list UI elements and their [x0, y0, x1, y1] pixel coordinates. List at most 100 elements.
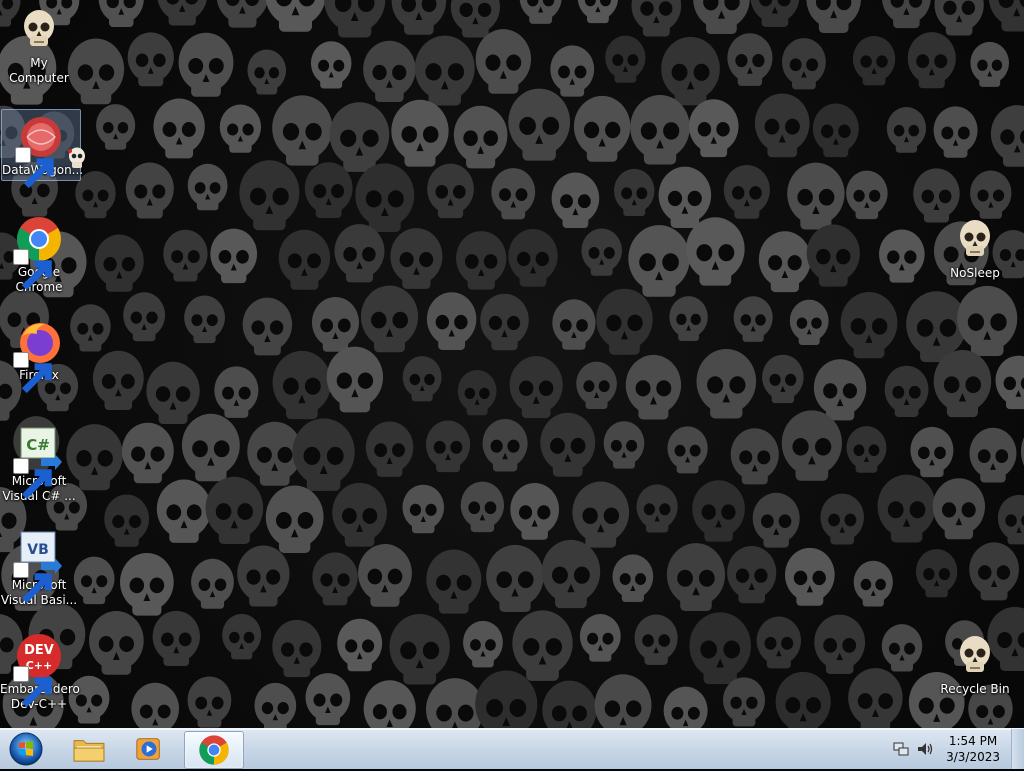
wallpaper-skull — [334, 224, 385, 283]
wallpaper-skull — [846, 170, 888, 220]
wallpaper-skull — [551, 172, 600, 229]
wallpaper-skull — [157, 0, 207, 26]
wallpaper-skull — [762, 354, 804, 404]
wallpaper-skull — [934, 0, 984, 36]
wallpaper-skull — [360, 285, 419, 353]
system-tray: 1:54 PM 3/3/2023 — [892, 729, 1000, 769]
wallpaper-skull — [754, 93, 810, 158]
dev-cpp-icon-shortcut[interactable]: DEV C++ Embarcadero Dev-C++ — [0, 632, 80, 712]
skull-wallpaper — [0, 0, 1024, 728]
start-button[interactable] — [4, 731, 48, 767]
clock-date: 3/3/2023 — [946, 750, 1000, 764]
wallpaper-skull — [310, 41, 352, 89]
wallpaper-skull — [884, 365, 929, 417]
my-computer-icon-shortcut[interactable]: My Computer — [0, 6, 78, 86]
wallpaper-skull — [577, 0, 618, 24]
wallpaper-skull — [572, 481, 630, 548]
clock-time: 1:54 PM — [948, 734, 998, 748]
clock[interactable]: 1:54 PM 3/3/2023 — [946, 733, 1000, 765]
wallpaper-skull — [96, 104, 136, 150]
shortcut-arrow-icon — [13, 458, 52, 500]
skull-icon — [951, 216, 999, 264]
wallpaper-skull — [969, 542, 1019, 601]
wallpaper-skull — [491, 168, 536, 220]
wallpaper-skull — [853, 560, 893, 607]
cs-icon-text: C# — [26, 436, 50, 454]
wallpaper-skull — [389, 614, 450, 685]
wallpaper-skull — [391, 99, 449, 167]
wallpaper-skull — [311, 296, 359, 352]
show-desktop-button[interactable] — [1011, 729, 1024, 769]
wallpaper-skull — [820, 493, 865, 545]
wallpaper-skull — [806, 224, 860, 287]
wallpaper-skull — [75, 171, 116, 219]
google-chrome-icon-shortcut[interactable]: Google Chrome — [0, 215, 78, 295]
wallpaper-skull — [628, 225, 690, 297]
wallpaper-skull — [581, 228, 622, 276]
wallpaper-skull — [594, 674, 652, 728]
wallpaper-skull — [886, 106, 927, 153]
media-player-icon — [136, 738, 160, 760]
wallpaper-skull — [482, 418, 528, 472]
nosleep-icon-shortcut[interactable]: NoSleep — [936, 216, 1014, 281]
wallpaper-skull — [752, 492, 800, 548]
taskbar-media-player-button[interactable] — [120, 731, 178, 767]
network-icon[interactable] — [892, 740, 910, 758]
wallpaper-skull — [910, 426, 954, 478]
wallpaper-skull — [634, 614, 678, 665]
icon-label: Recycle Bin — [940, 682, 1010, 696]
wallpaper-skull — [631, 0, 682, 37]
wallpaper-skull — [123, 292, 166, 342]
chrome-icon — [13, 215, 63, 291]
wallpaper-skull — [326, 346, 384, 413]
datawagon-icon-shortcut[interactable]: DataWagon... — [1, 109, 85, 189]
wallpaper-skull — [254, 682, 297, 728]
wallpaper-skull — [636, 484, 678, 533]
datawagon-app-icon — [15, 113, 65, 189]
wallpaper-skull — [92, 350, 144, 411]
firefox-icon-shortcut[interactable]: Firefox — [0, 318, 78, 394]
wallpaper-skull — [121, 422, 174, 484]
desktop[interactable]: My Computer DataWagon... Google Chrome F… — [0, 0, 1024, 728]
visual-csharp-icon-shortcut[interactable]: C# Microsoft Visual C# ... — [0, 424, 78, 504]
wallpaper-skull — [781, 38, 826, 90]
taskbar: 1:54 PM 3/3/2023 — [0, 728, 1024, 769]
wallpaper-skull — [614, 168, 655, 217]
wallpaper-skull — [98, 0, 144, 28]
volume-icon[interactable] — [916, 740, 934, 758]
wallpaper-skull — [806, 0, 862, 33]
recycle-bin-icon-shortcut[interactable]: Recycle Bin — [936, 632, 1014, 697]
wallpaper-skull — [689, 612, 751, 685]
wallpaper-skull — [688, 99, 739, 158]
wallpaper-skull — [933, 349, 992, 418]
taskbar-chrome-button[interactable] — [184, 731, 244, 769]
wallpaper-skull — [512, 610, 573, 681]
wallpaper-skull — [579, 614, 621, 662]
visual-basic-icon-shortcut[interactable]: VB Microsoft Visual Basi... — [0, 528, 78, 608]
wallpaper-skull — [995, 355, 1024, 410]
wallpaper-skull — [813, 359, 867, 421]
wallpaper-skull — [661, 36, 720, 106]
wallpaper-skull — [605, 35, 646, 83]
wallpaper-skull — [658, 166, 712, 228]
wallpaper-skull — [814, 614, 866, 674]
wallpaper-skull — [460, 481, 505, 533]
visual-basic-icon: VB — [13, 528, 63, 604]
wallpaper-skull — [146, 361, 200, 425]
wallpaper-skull — [125, 162, 174, 219]
wallpaper-skull — [457, 369, 497, 416]
wallpaper-skull — [355, 163, 415, 232]
wallpaper-skull — [332, 482, 387, 547]
wallpaper-skull — [692, 480, 745, 542]
wallpaper-skull — [756, 616, 802, 669]
shortcut-arrow-icon — [13, 249, 52, 291]
wallpaper-skull — [667, 426, 708, 474]
wallpaper-skull — [542, 680, 597, 728]
wallpaper-skull — [932, 478, 986, 540]
wallpaper-skull — [120, 552, 174, 616]
wallpaper-skull — [265, 0, 326, 32]
wallpaper-skull — [184, 295, 226, 344]
wallpaper-skull — [426, 292, 477, 350]
wallpaper-skull — [242, 297, 293, 356]
taskbar-file-explorer-button[interactable] — [60, 731, 118, 767]
